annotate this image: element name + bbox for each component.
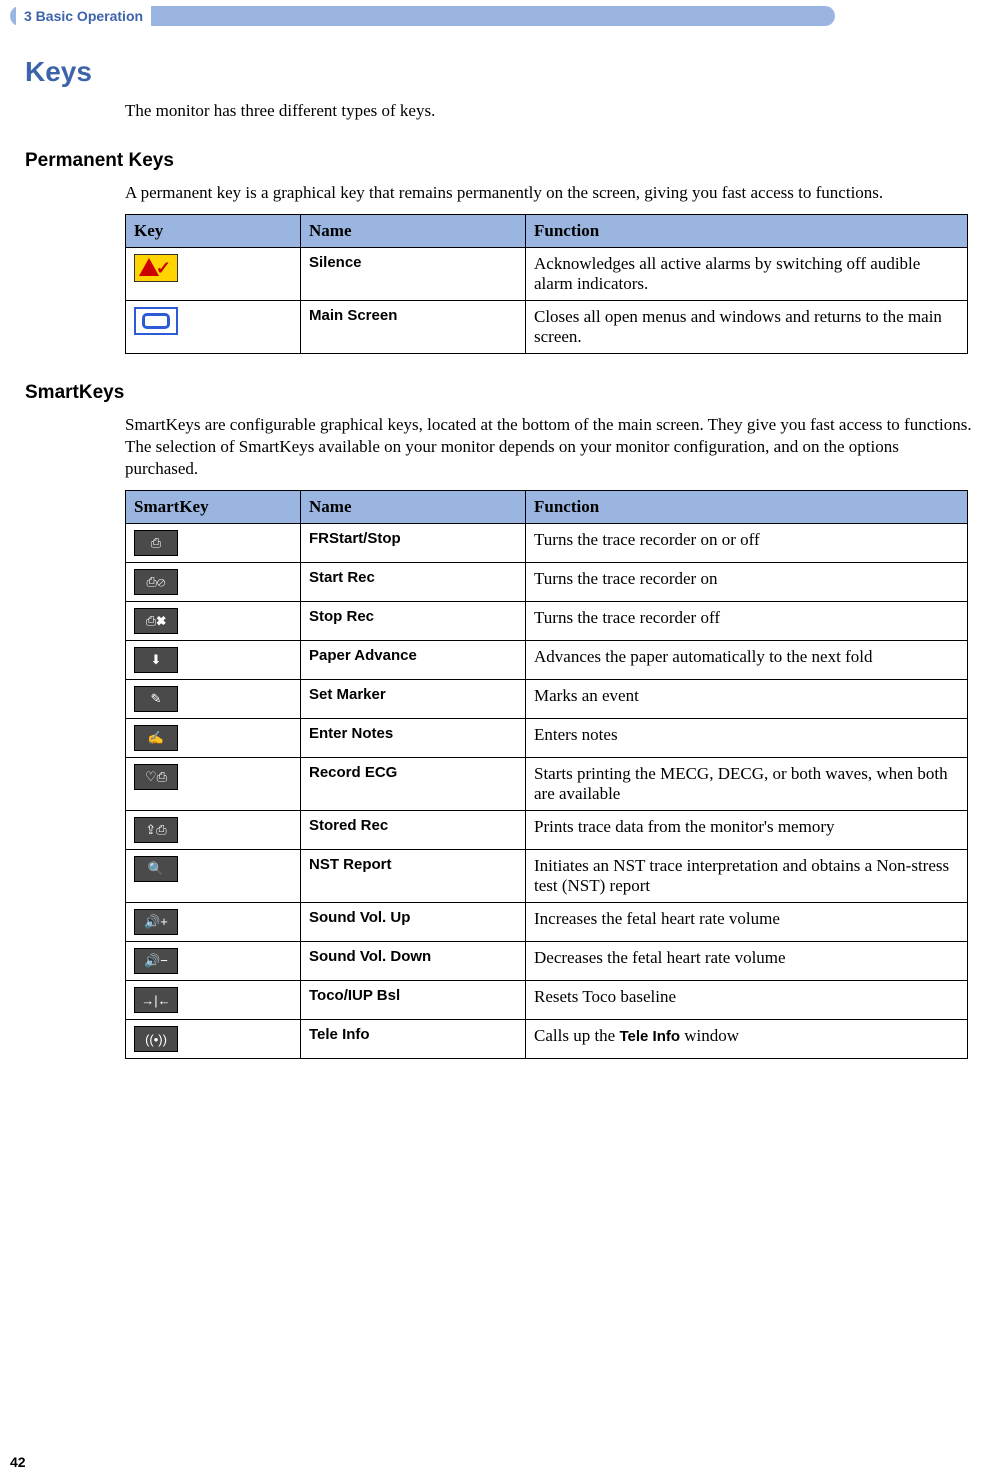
key-name: Enter Notes	[301, 719, 526, 758]
start-rec-icon: ⎙⊘	[134, 569, 178, 595]
key-name: Set Marker	[301, 680, 526, 719]
permanent-keys-table: Key Name Function Silence Acknowledges a…	[125, 214, 968, 354]
key-function: Enters notes	[526, 719, 968, 758]
key-function: Acknowledges all active alarms by switch…	[526, 248, 968, 301]
key-name: Toco/IUP Bsl	[301, 981, 526, 1020]
key-name: Stored Rec	[301, 811, 526, 850]
key-function: Turns the trace recorder off	[526, 602, 968, 641]
key-name: Sound Vol. Up	[301, 903, 526, 942]
table-row: ✎ Set Marker Marks an event	[126, 680, 968, 719]
key-name: Sound Vol. Down	[301, 942, 526, 981]
key-name: Record ECG	[301, 758, 526, 811]
smartkeys-table: SmartKey Name Function ⎙ FRStart/Stop Tu…	[125, 490, 968, 1059]
key-name: FRStart/Stop	[301, 524, 526, 563]
table-row: ⬇︎ Paper Advance Advances the paper auto…	[126, 641, 968, 680]
th-function: Function	[526, 215, 968, 248]
table-row: 🔊+ Sound Vol. Up Increases the fetal hea…	[126, 903, 968, 942]
key-function: Closes all open menus and windows and re…	[526, 301, 968, 354]
set-marker-icon: ✎	[134, 686, 178, 712]
intro-text: The monitor has three different types of…	[125, 100, 972, 122]
smartkeys-heading: SmartKeys	[25, 382, 982, 404]
page-header: 3 Basic Operation	[10, 6, 835, 26]
key-function: Decreases the fetal heart rate volume	[526, 942, 968, 981]
sound-vol-up-icon: 🔊+	[134, 909, 178, 935]
section-title: Keys	[25, 56, 982, 88]
key-name: Stop Rec	[301, 602, 526, 641]
table-row: Silence Acknowledges all active alarms b…	[126, 248, 968, 301]
key-name: Silence	[301, 248, 526, 301]
stop-rec-icon: ⎙✖	[134, 608, 178, 634]
key-name: Main Screen	[301, 301, 526, 354]
frstart-stop-icon: ⎙	[134, 530, 178, 556]
key-function: Starts printing the MECG, DECG, or both …	[526, 758, 968, 811]
stored-rec-icon: ⇪⎙	[134, 817, 178, 843]
key-function: Prints trace data from the monitor's mem…	[526, 811, 968, 850]
key-function: Turns the trace recorder on	[526, 563, 968, 602]
paper-advance-icon: ⬇︎	[134, 647, 178, 673]
table-row: ♡⎙ Record ECG Starts printing the MECG, …	[126, 758, 968, 811]
key-function: Increases the fetal heart rate volume	[526, 903, 968, 942]
header-caption: 3 Basic Operation	[16, 6, 151, 26]
key-function: Resets Toco baseline	[526, 981, 968, 1020]
smartkeys-intro: SmartKeys are configurable graphical key…	[125, 414, 972, 480]
table-row: ((•)) Tele Info Calls up the Tele Info w…	[126, 1020, 968, 1059]
key-name: Paper Advance	[301, 641, 526, 680]
key-function: Initiates an NST trace interpretation an…	[526, 850, 968, 903]
record-ecg-icon: ♡⎙	[134, 764, 178, 790]
th-name: Name	[301, 491, 526, 524]
page-number: 42	[10, 1454, 26, 1470]
key-function: Advances the paper automatically to the …	[526, 641, 968, 680]
toco-iup-bsl-icon: →|←	[134, 987, 178, 1013]
key-function: Turns the trace recorder on or off	[526, 524, 968, 563]
table-row: ⎙ FRStart/Stop Turns the trace recorder …	[126, 524, 968, 563]
table-row: ⎙⊘ Start Rec Turns the trace recorder on	[126, 563, 968, 602]
nst-report-icon: 🔍	[134, 856, 178, 882]
key-name: NST Report	[301, 850, 526, 903]
permanent-keys-intro: A permanent key is a graphical key that …	[125, 182, 972, 204]
enter-notes-icon: ✍	[134, 725, 178, 751]
key-name: Tele Info	[301, 1020, 526, 1059]
table-row: ✍ Enter Notes Enters notes	[126, 719, 968, 758]
table-row: Main Screen Closes all open menus and wi…	[126, 301, 968, 354]
key-function: Calls up the Tele Info window	[526, 1020, 968, 1059]
th-name: Name	[301, 215, 526, 248]
table-row: 🔍 NST Report Initiates an NST trace inte…	[126, 850, 968, 903]
th-function: Function	[526, 491, 968, 524]
th-key: Key	[126, 215, 301, 248]
table-row: ⇪⎙ Stored Rec Prints trace data from the…	[126, 811, 968, 850]
silence-icon	[134, 254, 178, 282]
table-row: ⎙✖ Stop Rec Turns the trace recorder off	[126, 602, 968, 641]
key-name: Start Rec	[301, 563, 526, 602]
table-row: →|← Toco/IUP Bsl Resets Toco baseline	[126, 981, 968, 1020]
tele-info-icon: ((•))	[134, 1026, 178, 1052]
sound-vol-down-icon: 🔊−	[134, 948, 178, 974]
key-function: Marks an event	[526, 680, 968, 719]
main-screen-icon	[134, 307, 178, 335]
th-smartkey: SmartKey	[126, 491, 301, 524]
table-row: 🔊− Sound Vol. Down Decreases the fetal h…	[126, 942, 968, 981]
permanent-keys-heading: Permanent Keys	[25, 150, 982, 172]
